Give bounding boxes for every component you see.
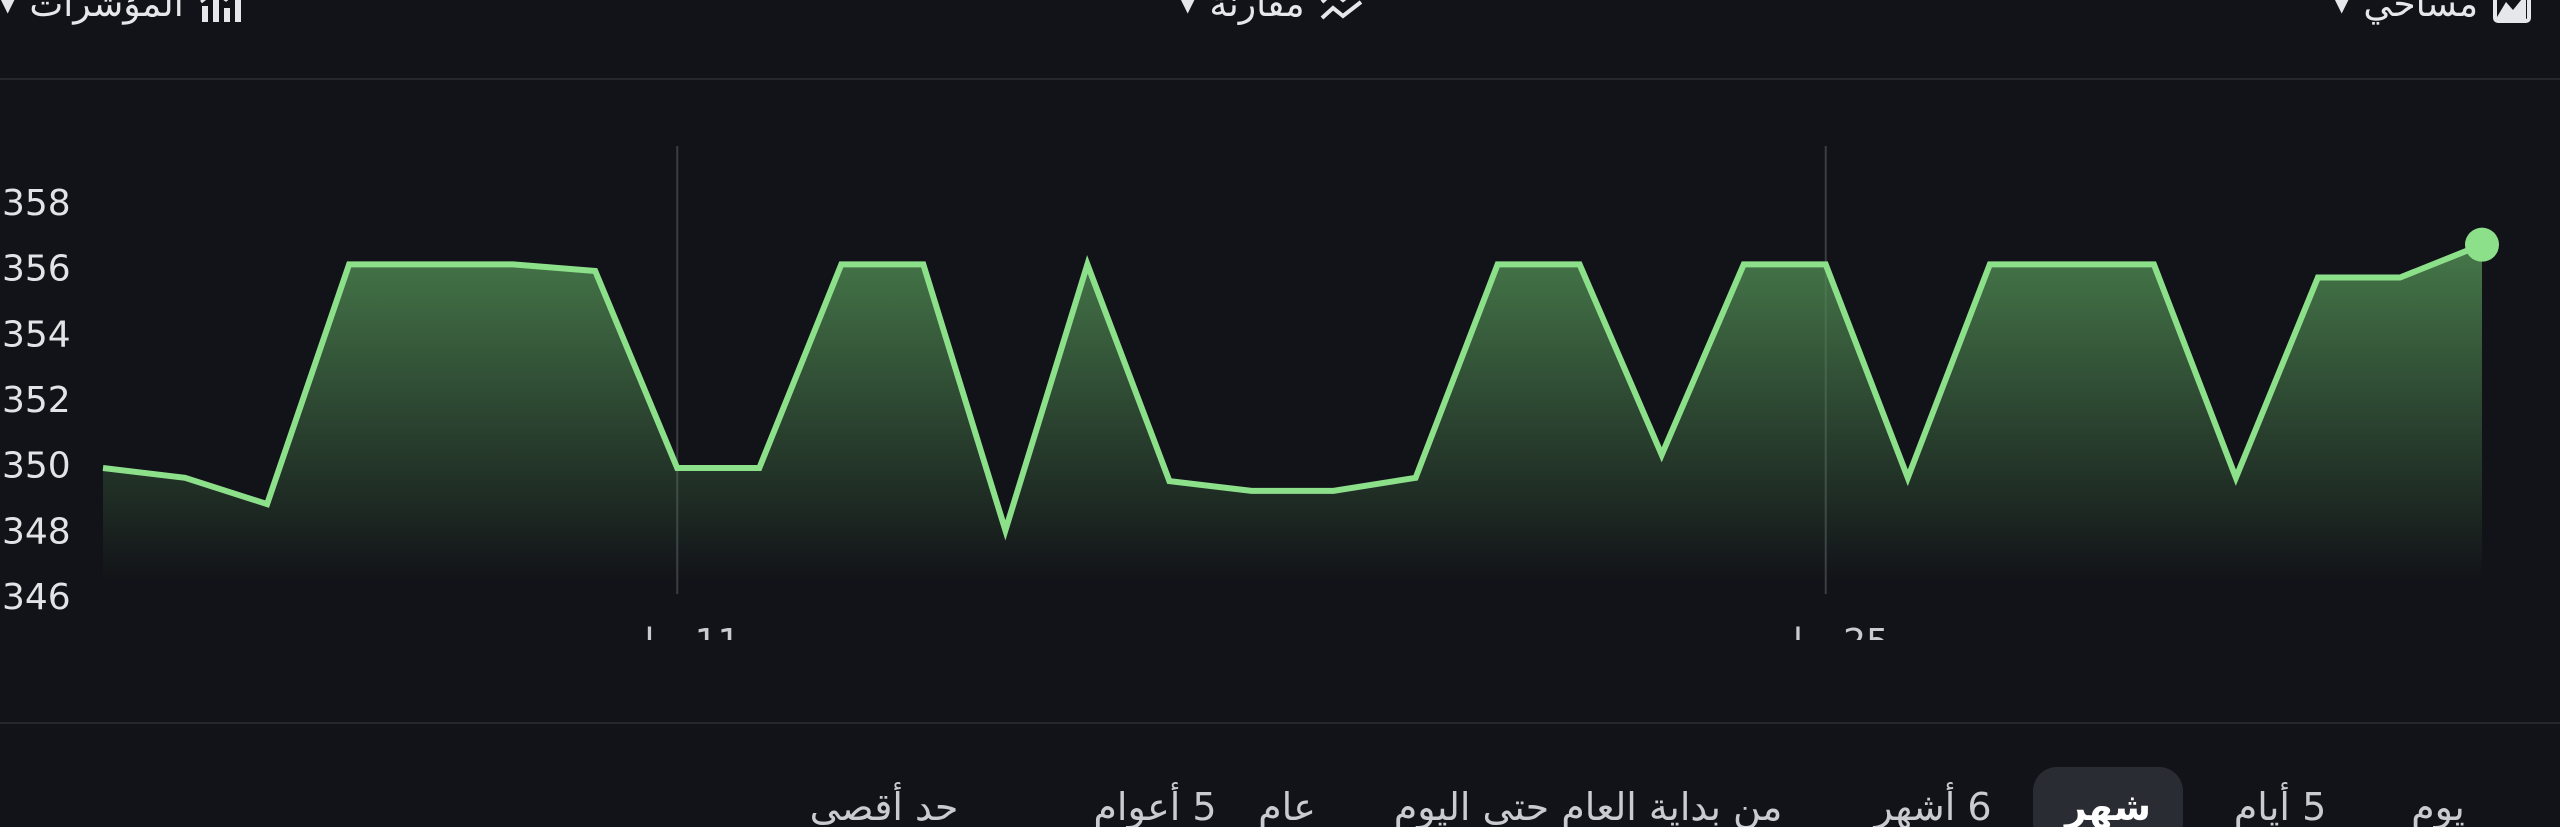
chart-toolbar: مساحي ▼ مقارنة ▼ المؤشرات ▼ [0,0,2560,80]
last-price-dot [2465,227,2499,262]
price-chart[interactable]: 346 348 350 352 354 356 358 11 يوليو 25 يوليو [0,80,2560,640]
y-tick-label: 352 [2,380,71,421]
indicators-button[interactable]: المؤشرات ▼ [0,0,242,25]
chart-style-button[interactable]: مساحي ▼ [2333,0,2532,25]
y-tick-label: 348 [2,511,71,552]
area-fill [103,244,2482,580]
range-tab-6-months[interactable]: 6 أشهر [1842,767,2023,827]
y-tick-label: 356 [2,249,71,290]
range-tab-month[interactable]: شهر [2032,767,2184,827]
chevron-down-icon: ▼ [0,0,16,16]
chart-style-label: مساحي [2363,0,2478,25]
range-tab-day[interactable]: يوم [2379,767,2497,827]
range-tab-5-years[interactable]: 5 أعوام [1061,767,1248,827]
range-tab-max[interactable]: حد أقصى [778,767,991,827]
compare-icon [1319,0,1365,24]
y-tick-label: 354 [2,314,71,355]
chevron-down-icon: ▼ [1180,0,1196,16]
indicators-icon [198,0,242,24]
chevron-down-icon: ▼ [2333,0,2350,16]
y-tick-label: 358 [2,183,71,224]
area-chart-icon [2492,0,2532,24]
compare-button[interactable]: مقارنة ▼ [1180,0,1365,25]
range-tab-ytd[interactable]: من بداية العام حتى اليوم [1362,767,1815,827]
range-tab-5-days[interactable]: 5 أيام [2202,767,2359,827]
y-tick-label: 350 [2,446,71,487]
y-tick-label: 346 [2,577,71,618]
compare-label: مقارنة [1209,0,1305,25]
indicators-label: المؤشرات [29,0,184,25]
chart-divider [0,722,2560,724]
x-tick-label: 25 يوليو [1761,622,1889,640]
time-range-selector: يوم 5 أيام شهر 6 أشهر من بداية العام حتى… [0,767,2560,827]
x-tick-label: 11 يوليو [612,622,740,640]
